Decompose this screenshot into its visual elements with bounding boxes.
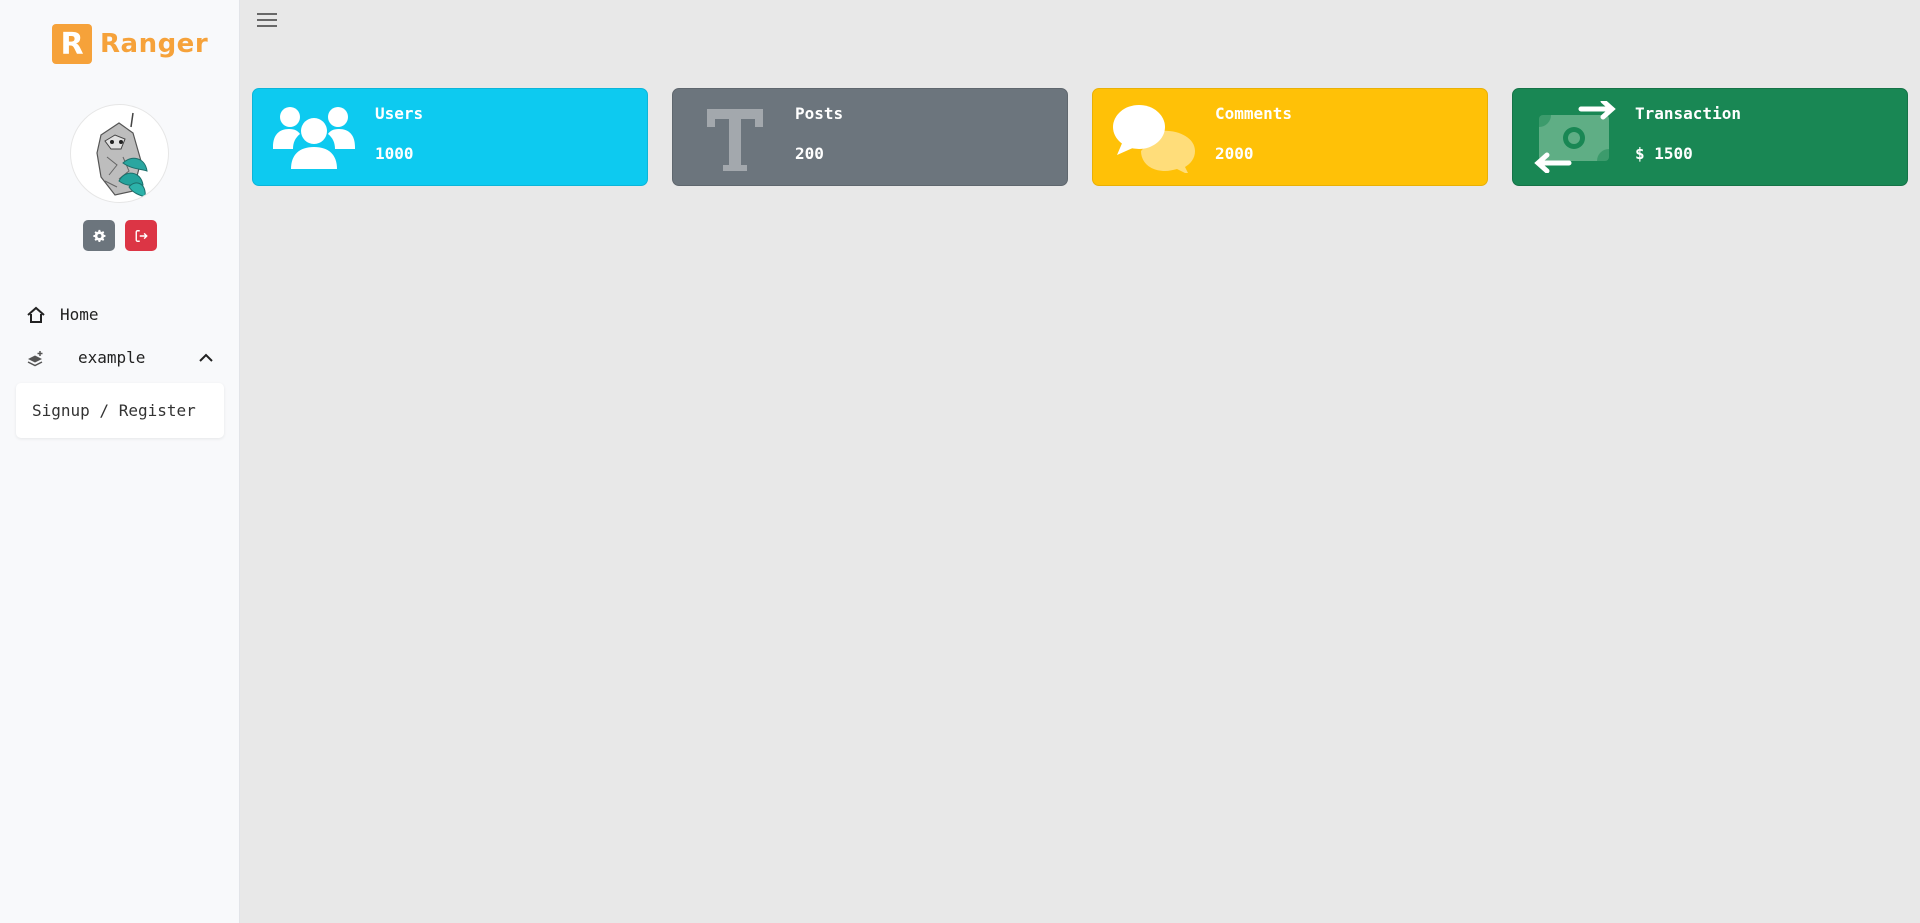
hamburger-menu-button[interactable] [256,10,278,30]
sidebar-item-example[interactable]: example [26,348,214,367]
avatar[interactable] [70,104,169,203]
card-value: 2000 [1215,144,1254,163]
brand-logo[interactable]: R Ranger [52,24,208,64]
submenu-item-signup-register[interactable]: Signup / Register [16,383,224,438]
sidebar: R Ranger Home example Signup / Register [0,0,240,923]
sidebar-item-label: example [78,348,146,367]
home-icon [27,306,45,323]
gear-icon [93,229,106,242]
stat-card-posts[interactable]: Posts 200 [672,88,1068,186]
card-title: Comments [1215,104,1293,123]
card-value: 1000 [375,144,414,163]
sidebar-item-label: Home [60,305,99,324]
stat-card-users[interactable]: Users 1000 [252,88,648,186]
card-value: 200 [795,144,824,163]
stat-card-transaction[interactable]: Transaction $ 1500 [1512,88,1908,186]
sidebar-item-home[interactable]: Home [26,305,99,324]
settings-button[interactable] [83,220,115,251]
money-exchange-icon [1533,98,1617,177]
logout-icon [135,229,148,242]
layers-icon [27,350,43,366]
users-icon [273,101,355,177]
logo-mark: R [52,24,92,64]
card-value: $ 1500 [1635,144,1693,163]
card-title: Posts [795,104,844,123]
comments-icon [1113,101,1197,177]
logout-button[interactable] [125,220,157,251]
card-title: Users [375,104,424,123]
submenu-item-label: Signup / Register [32,401,196,420]
sloth-avatar-icon [96,112,148,198]
hamburger-icon [257,13,277,27]
stat-card-comments[interactable]: Comments 2000 [1092,88,1488,186]
chevron-up-icon[interactable] [198,353,214,363]
card-title: Transaction [1635,104,1741,123]
text-icon [693,101,775,177]
brand-name: Ranger [100,29,209,59]
